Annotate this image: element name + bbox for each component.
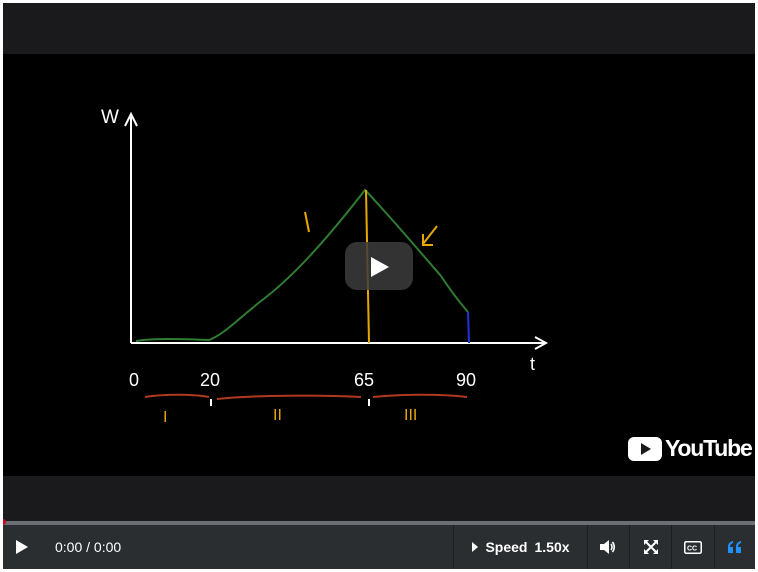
youtube-logo[interactable]: YouTube bbox=[628, 433, 753, 463]
tick-label: 0 bbox=[129, 370, 139, 390]
tick-label: 90 bbox=[456, 370, 476, 390]
speed-value: 1.50x bbox=[534, 539, 570, 555]
quote-icon bbox=[728, 541, 741, 553]
segment-brace bbox=[144, 393, 210, 398]
speed-button[interactable]: Speed 1.50x bbox=[454, 525, 587, 569]
time-display: 0:00 / 0:00 bbox=[55, 525, 121, 569]
caret-right-icon bbox=[472, 542, 479, 552]
fullscreen-icon bbox=[643, 540, 658, 554]
end-marker-line bbox=[467, 311, 470, 344]
work-curve bbox=[135, 188, 469, 342]
captions-button[interactable]: CC bbox=[672, 525, 714, 569]
volume-icon bbox=[600, 540, 616, 554]
video-player: W t 0 20 65 90 I II III YouTube 0:00 / 0… bbox=[3, 3, 755, 569]
svg-text:CC: CC bbox=[687, 545, 697, 552]
play-button[interactable] bbox=[3, 525, 41, 569]
segment-brace bbox=[216, 394, 362, 400]
slope-down-arrow bbox=[422, 225, 438, 245]
axis-y-label: W bbox=[101, 107, 119, 128]
speed-label: Speed bbox=[485, 539, 528, 555]
segment-brace bbox=[372, 393, 468, 398]
segment-label: III bbox=[404, 407, 417, 424]
tick-label: 65 bbox=[354, 370, 374, 390]
axis-x-label: t bbox=[530, 354, 535, 374]
volume-button[interactable] bbox=[588, 525, 628, 569]
fullscreen-button[interactable] bbox=[630, 525, 671, 569]
youtube-wordmark: YouTube bbox=[665, 435, 753, 461]
tick-label: 20 bbox=[200, 370, 220, 390]
play-icon bbox=[16, 540, 28, 554]
segment-label: I bbox=[163, 409, 167, 426]
youtube-play-icon bbox=[628, 437, 662, 461]
video-bottom-band bbox=[3, 476, 755, 521]
large-play-button[interactable] bbox=[345, 242, 413, 290]
video-viewport[interactable]: W t 0 20 65 90 I II III YouTube bbox=[3, 54, 755, 476]
play-icon bbox=[371, 257, 389, 277]
control-bar: 0:00 / 0:00 Speed 1.50x CC bbox=[3, 525, 755, 569]
slope-up-mark bbox=[304, 211, 310, 233]
transcript-button[interactable] bbox=[715, 525, 755, 569]
cc-icon: CC bbox=[684, 540, 702, 554]
top-bar bbox=[3, 3, 755, 54]
time-readout: 0:00 / 0:00 bbox=[55, 539, 122, 555]
segment-label: II bbox=[273, 407, 282, 424]
